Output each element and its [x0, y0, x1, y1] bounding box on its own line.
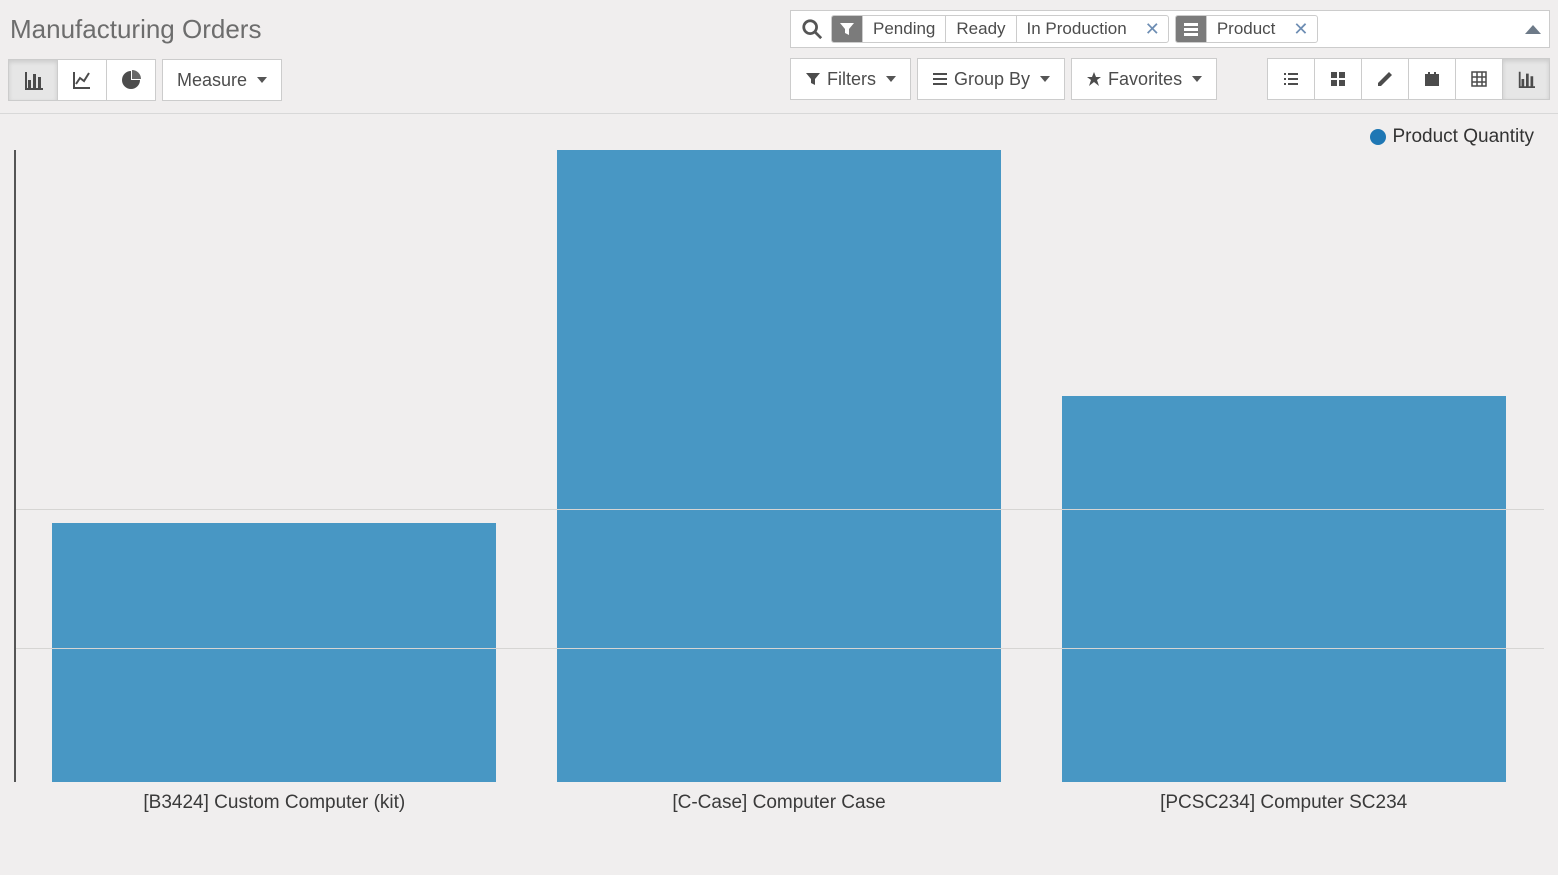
filter-icon: [805, 71, 821, 87]
filters-button[interactable]: Filters: [790, 58, 911, 100]
bar-slot: [1031, 150, 1536, 782]
chart-wrapper: Product Quantity [B3424] Custom Computer…: [0, 114, 1558, 830]
graph-view-button[interactable]: [1502, 58, 1550, 100]
groupby-label: Group By: [954, 70, 1030, 88]
measure-button[interactable]: Measure: [162, 59, 282, 101]
facet-remove-button[interactable]: ✕: [1137, 16, 1168, 42]
x-axis-label: [C-Case] Computer Case: [527, 782, 1032, 830]
facet-value: Ready: [945, 16, 1015, 42]
groupby-button[interactable]: Group By: [917, 58, 1065, 100]
filter-facet: Pending Ready In Production ✕: [831, 15, 1169, 43]
favorites-label: Favorites: [1108, 70, 1182, 88]
legend-label: Product Quantity: [1392, 126, 1534, 148]
caret-down-icon: [1192, 76, 1202, 82]
view-switcher: [1267, 58, 1550, 100]
bar[interactable]: [52, 523, 496, 782]
facet-value: Pending: [862, 16, 945, 42]
control-panel: Manufacturing Orders: [0, 0, 1558, 114]
bar-slot: [527, 150, 1032, 782]
x-axis-labels: [B3424] Custom Computer (kit)[C-Case] Co…: [22, 782, 1536, 830]
pie-chart-button[interactable]: [106, 59, 156, 101]
bar[interactable]: [557, 150, 1001, 782]
bar[interactable]: [1062, 396, 1506, 782]
kanban-view-button[interactable]: [1314, 58, 1361, 100]
facet-remove-button[interactable]: ✕: [1285, 16, 1316, 42]
facet-value: Product: [1206, 16, 1286, 42]
list-view-button[interactable]: [1267, 58, 1314, 100]
pivot-view-button[interactable]: [1455, 58, 1502, 100]
x-axis-label: [B3424] Custom Computer (kit): [22, 782, 527, 830]
control-panel-left: Manufacturing Orders: [8, 10, 282, 113]
line-chart-icon: [72, 70, 92, 90]
page-title: Manufacturing Orders: [10, 14, 282, 45]
favorites-button[interactable]: Favorites: [1071, 58, 1217, 100]
line-chart-button[interactable]: [57, 59, 106, 101]
control-panel-right: Pending Ready In Production ✕ Product ✕: [790, 10, 1550, 100]
x-axis-label: [PCSC234] Computer SC234: [1031, 782, 1536, 830]
search-input[interactable]: [1324, 20, 1526, 38]
form-view-button[interactable]: [1361, 58, 1408, 100]
chart-legend: Product Quantity: [6, 120, 1552, 150]
calendar-view-button[interactable]: [1408, 58, 1455, 100]
chart-toolbar: Measure: [8, 59, 282, 101]
pie-chart-icon: [121, 70, 141, 90]
search-bar[interactable]: Pending Ready In Production ✕ Product ✕: [790, 10, 1550, 48]
grid-line: [16, 509, 1544, 510]
groupby-icon: [1176, 16, 1206, 42]
bar-slot: [22, 150, 527, 782]
calendar-icon: [1423, 70, 1441, 88]
caret-down-icon: [1040, 76, 1050, 82]
facet-value: In Production: [1016, 16, 1137, 42]
table-icon: [1470, 70, 1488, 88]
kanban-icon: [1329, 70, 1347, 88]
bar-chart-icon: [23, 70, 43, 90]
filters-label: Filters: [827, 70, 876, 88]
legend-dot-icon: [1370, 129, 1386, 145]
bar-chart-icon: [1517, 70, 1535, 88]
groupby-facet: Product ✕: [1175, 15, 1318, 43]
filter-icon: [832, 16, 862, 42]
bars-icon: [932, 71, 948, 87]
edit-icon: [1376, 70, 1394, 88]
caret-down-icon: [257, 77, 267, 83]
bar-chart-button[interactable]: [8, 59, 57, 101]
caret-down-icon: [886, 76, 896, 82]
bottom-controls: Filters Group By Favorites: [790, 58, 1550, 100]
chart-area: [B3424] Custom Computer (kit)[C-Case] Co…: [14, 150, 1544, 830]
list-icon: [1282, 70, 1300, 88]
search-options-toggle[interactable]: [1525, 25, 1541, 34]
grid-line: [16, 648, 1544, 649]
chart-type-group: [8, 59, 156, 101]
bars-container: [22, 150, 1536, 782]
y-axis: [14, 150, 16, 782]
search-icon: [801, 18, 823, 40]
measure-label: Measure: [177, 71, 247, 89]
star-icon: [1086, 71, 1102, 87]
